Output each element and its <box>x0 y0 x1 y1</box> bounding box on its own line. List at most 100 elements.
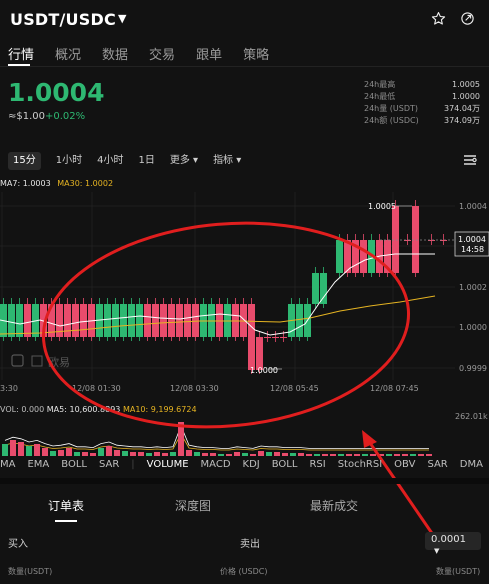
volume-bar <box>90 453 96 456</box>
volume-bar <box>162 453 168 456</box>
volume-bar <box>394 454 400 456</box>
volume-bar <box>2 444 8 456</box>
volume-bar <box>218 454 224 456</box>
volume-bar <box>138 452 144 456</box>
buy-label: 买入 <box>8 539 28 550</box>
volume-bar <box>418 454 424 456</box>
col-price: 价格 (USDC) <box>220 567 268 576</box>
candlestick-chart[interactable]: 欧易 1.0005 1.0000 1.0004 14:58 1.0004 1.0… <box>0 192 489 402</box>
volume-bar <box>258 451 264 456</box>
volume-bar <box>330 454 336 456</box>
indicator-menu[interactable]: 指标 ▾ <box>213 152 241 170</box>
ind-boll-2[interactable]: BOLL <box>272 459 298 470</box>
volume-bar <box>322 454 328 456</box>
ma30-value: MA30: 1.0002 <box>57 179 114 188</box>
section-divider <box>0 478 489 484</box>
volume-chart <box>2 422 432 456</box>
watermark: 欧易 <box>11 354 70 369</box>
interval-more[interactable]: 更多 ▾ <box>170 152 198 170</box>
x-tick: 12/08 01:30 <box>72 384 121 393</box>
indicator-tabs: MA EMA BOLL SAR | VOLUME MACD KDJ BOLL R… <box>0 459 483 470</box>
ind-volume[interactable]: VOLUME <box>147 459 189 470</box>
ind-stochrsi[interactable]: StochRSI <box>338 459 382 470</box>
tab-latest-trades[interactable]: 最新成交 <box>254 497 414 514</box>
interval-4h[interactable]: 4小时 <box>97 152 123 170</box>
share-icon[interactable] <box>460 11 475 26</box>
volume-bar <box>242 453 248 456</box>
price-usd-approx: ≈$1.00 <box>8 111 46 122</box>
volume-bar <box>346 454 352 456</box>
volume-bar <box>410 454 416 456</box>
price-change: +0.02% <box>45 111 86 122</box>
interval-1h[interactable]: 1小时 <box>56 152 82 170</box>
chevron-down-icon: ▼ <box>434 547 440 555</box>
star-icon[interactable] <box>431 11 446 26</box>
stat-volume: 24h量 (USDT) 374.04万 <box>364 104 480 113</box>
volume-bar <box>378 454 384 456</box>
volume-bar <box>74 452 80 456</box>
main-tabs: 行情 概况 数据 交易 跟单 策略 <box>8 44 290 63</box>
volume-bar <box>194 452 200 456</box>
volume-bar <box>82 452 88 456</box>
volume-bar <box>106 446 112 456</box>
volume-bar <box>170 452 176 456</box>
tab-orderbook[interactable]: 订单表 <box>0 497 132 514</box>
y-tick: 1.0002 <box>459 283 487 292</box>
ind-rsi[interactable]: RSI <box>309 459 325 470</box>
ind-boll[interactable]: BOLL <box>61 459 87 470</box>
low-label: 1.0000 <box>250 366 278 375</box>
interval-bar: 15分 1小时 4小时 1日 更多 ▾ 指标 ▾ <box>8 152 256 170</box>
volume-bar <box>386 454 392 456</box>
volume-bar <box>226 454 232 456</box>
volume-legend: VOL: 0.000 MA5: 10,600.8893 MA10: 9,199.… <box>0 405 197 414</box>
ind-sar[interactable]: SAR <box>99 459 119 470</box>
interval-15m[interactable]: 15分 <box>8 152 41 170</box>
volume-bar <box>362 454 368 456</box>
volume-bar <box>10 440 16 456</box>
ind-ma[interactable]: MA <box>0 459 15 470</box>
volume-bar <box>298 453 304 456</box>
col-qty-sell: 数量(USDT) <box>436 567 481 576</box>
orderbook-tab-indicator <box>55 520 77 522</box>
tab-trade[interactable]: 交易 <box>149 44 175 63</box>
volume-bar <box>186 450 192 456</box>
ma-legend: MA7: 1.0003 MA30: 1.0002 <box>0 179 113 188</box>
pair-dropdown-caret-icon[interactable]: ▼ <box>118 12 126 25</box>
x-tick: 12/08 07:45 <box>370 384 419 393</box>
ind-dma[interactable]: DMA <box>460 459 483 470</box>
y-tick: 1.0000 <box>459 323 487 332</box>
volume-bar <box>234 452 240 456</box>
ind-sar-2[interactable]: SAR <box>427 459 447 470</box>
ind-kdj[interactable]: KDJ <box>243 459 260 470</box>
ind-macd[interactable]: MACD <box>201 459 231 470</box>
x-tick: 12/08 03:30 <box>170 384 219 393</box>
x-tick: 3:30 <box>0 384 18 393</box>
volume-bar <box>26 446 32 456</box>
interval-1d[interactable]: 1日 <box>138 152 154 170</box>
ind-obv[interactable]: OBV <box>394 459 415 470</box>
stat-high: 24h最高 1.0005 <box>364 80 480 89</box>
vol-value: VOL: 0.000 <box>0 405 45 414</box>
volume-bar <box>426 454 432 456</box>
tab-copy[interactable]: 跟单 <box>196 44 222 63</box>
tab-overview[interactable]: 概况 <box>55 44 81 63</box>
volume-bar <box>202 453 208 456</box>
volume-bar <box>354 454 360 456</box>
tab-depth[interactable]: 深度图 <box>132 497 254 514</box>
volume-bar <box>98 448 104 456</box>
chart-settings-icon[interactable] <box>463 154 477 166</box>
stat-low: 24h最低 1.0000 <box>364 92 480 101</box>
volume-bar <box>290 453 296 456</box>
tab-strategy[interactable]: 策略 <box>243 44 269 63</box>
volume-bar <box>250 454 256 456</box>
volume-bar <box>282 453 288 456</box>
precision-select[interactable]: 0.0001 ▼ <box>425 532 481 555</box>
countdown: 14:58 <box>461 245 484 254</box>
divider <box>0 66 489 67</box>
x-tick: 12/08 05:45 <box>270 384 319 393</box>
pair-title[interactable]: USDT/USDC <box>10 10 116 29</box>
tab-data[interactable]: 数据 <box>102 44 128 63</box>
volume-bar <box>338 454 344 456</box>
tab-market[interactable]: 行情 <box>8 44 34 63</box>
ind-ema[interactable]: EMA <box>27 459 49 470</box>
